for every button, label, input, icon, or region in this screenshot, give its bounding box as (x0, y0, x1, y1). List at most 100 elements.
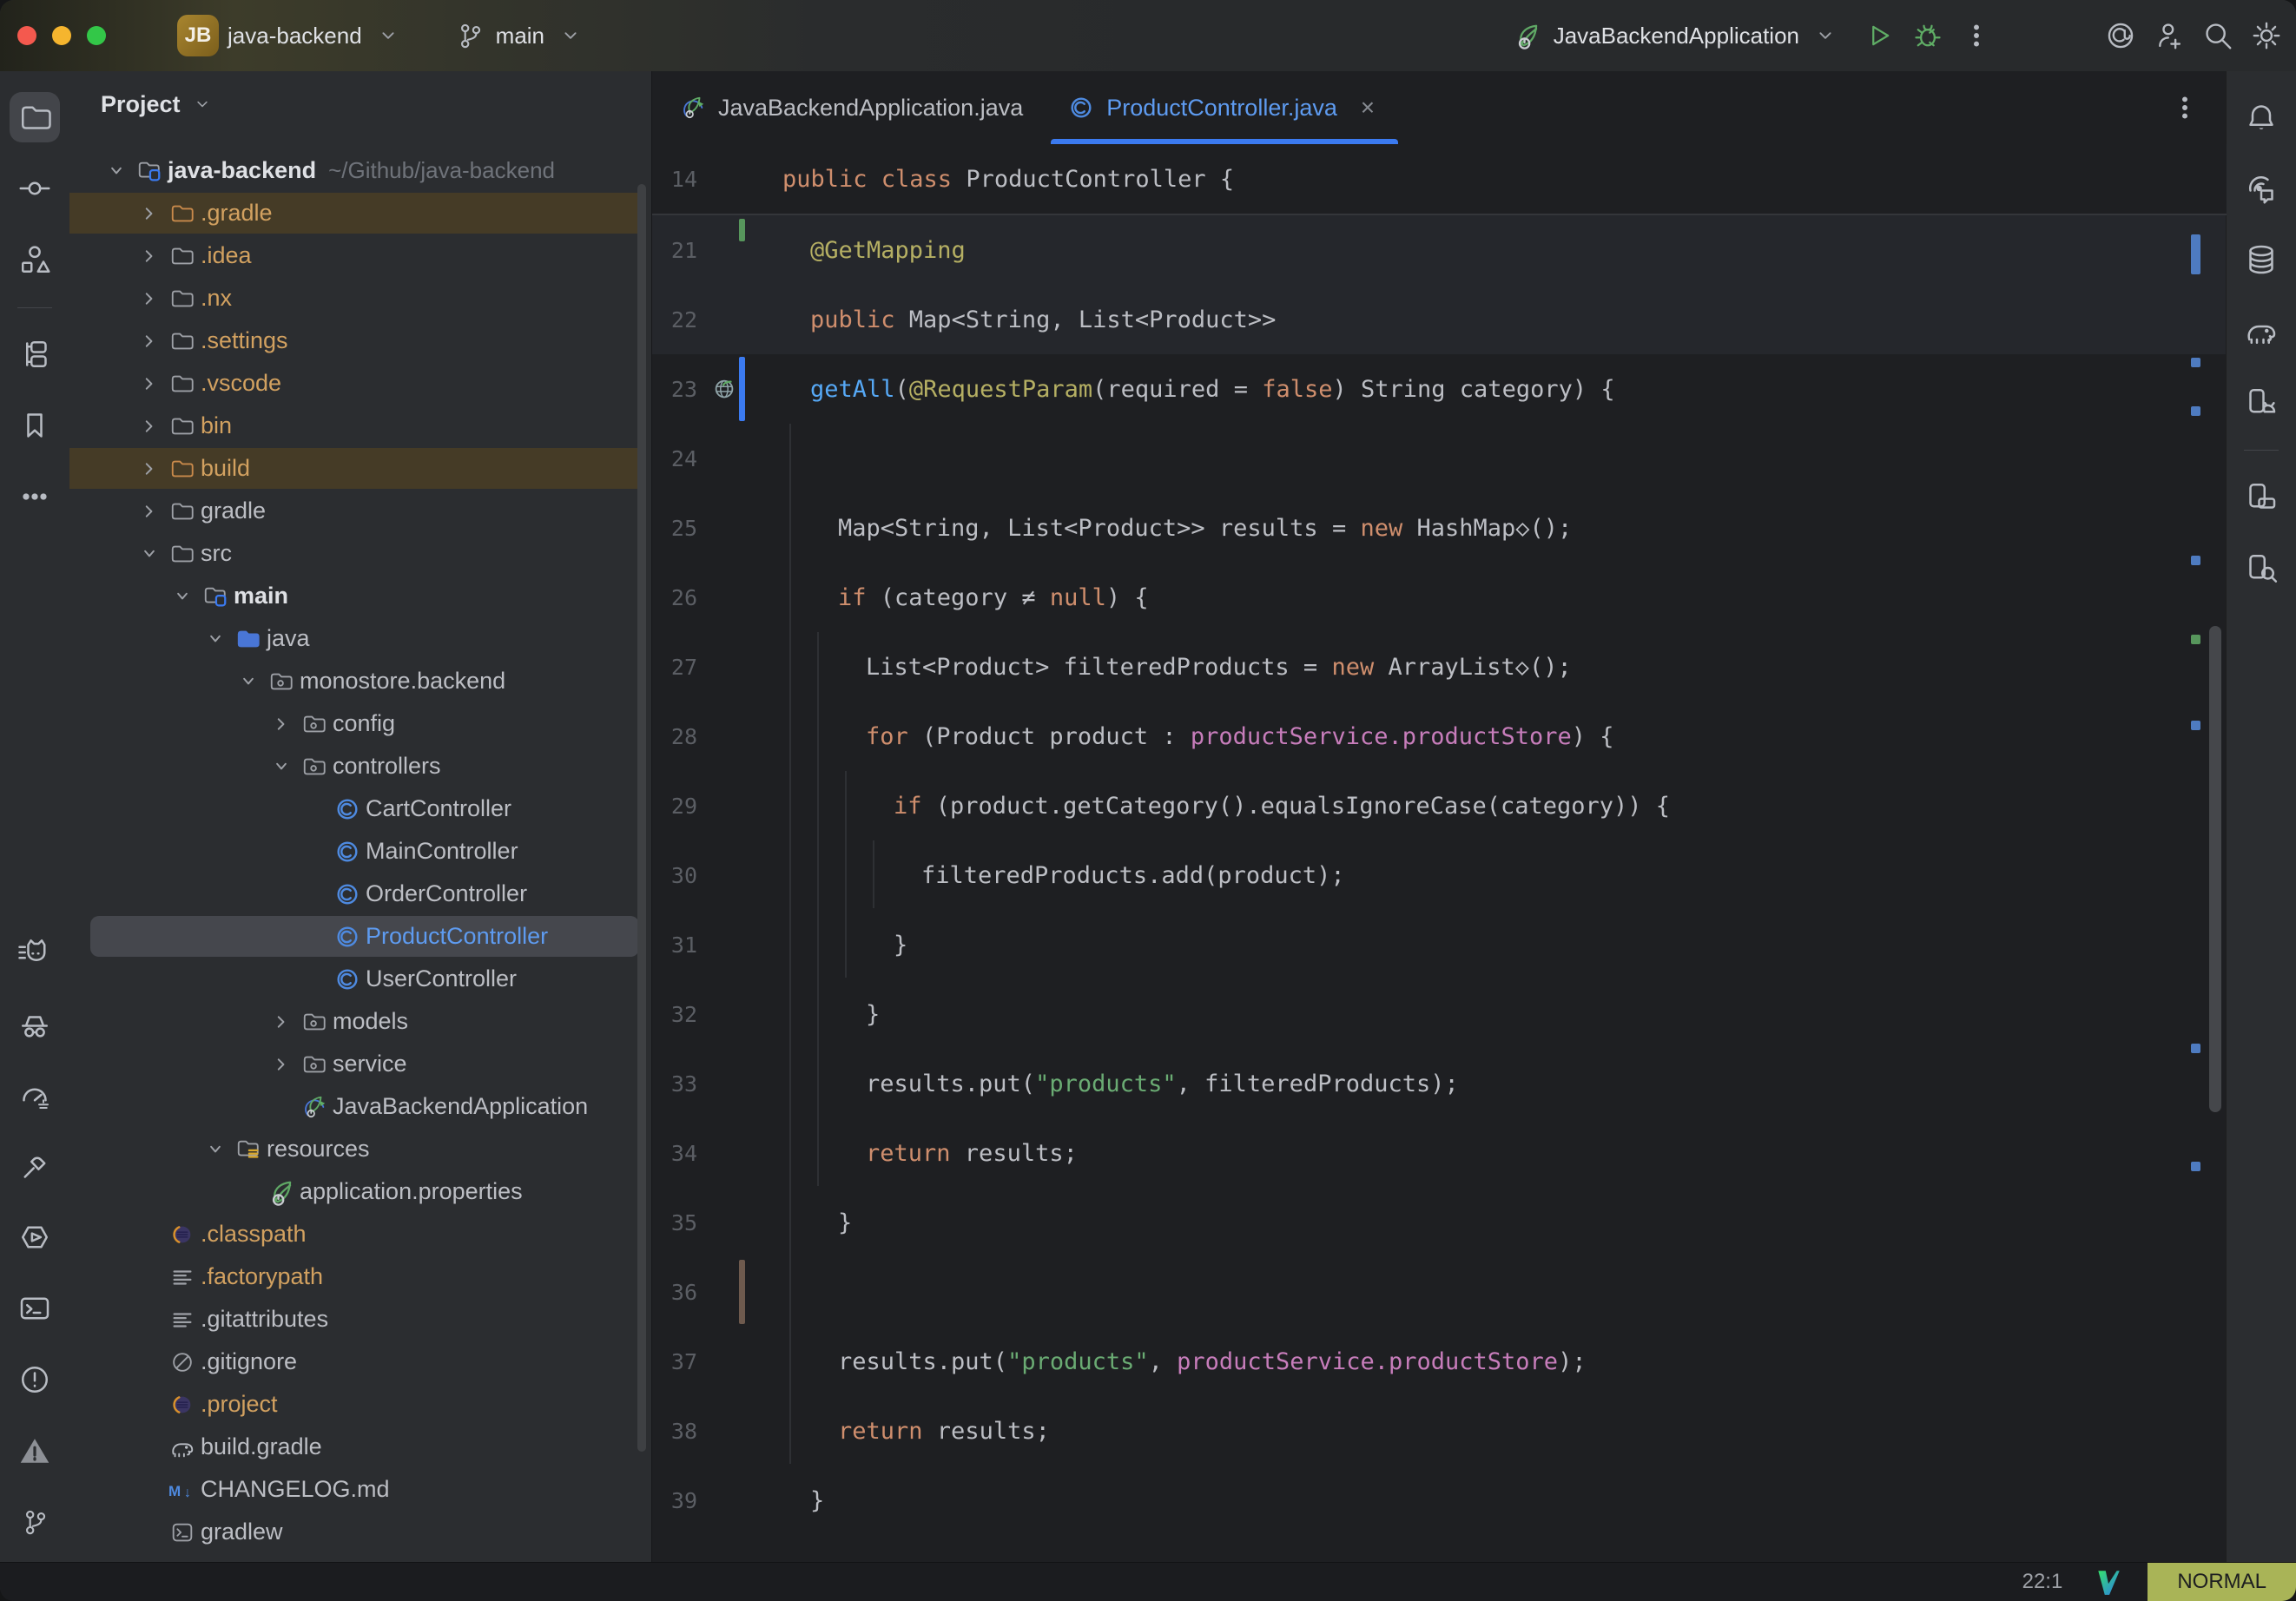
more-tool-windows-tool-button[interactable] (10, 471, 60, 522)
error-stripe-mark[interactable] (2191, 358, 2200, 367)
tree-item--settings[interactable]: .settings (69, 320, 651, 362)
notifications-tool-button[interactable] (2236, 92, 2286, 142)
code-line-26[interactable]: 26if (category ≠ null) { (652, 563, 2227, 632)
tree-item-resources[interactable]: resources (69, 1128, 651, 1170)
chevron-collapsed-icon[interactable] (133, 410, 166, 443)
chevron-expanded-icon[interactable] (133, 537, 166, 570)
branch-widget[interactable]: main (440, 11, 600, 60)
debug-button[interactable] (1903, 11, 1952, 60)
close-tab-icon[interactable]: × (1355, 94, 1381, 122)
tree-item-service[interactable]: service (69, 1043, 651, 1085)
chevron-expanded-icon[interactable] (265, 750, 298, 783)
code-line-33[interactable]: 33results.put("products", filteredProduc… (652, 1049, 2227, 1118)
search-everywhere-button[interactable] (2194, 11, 2242, 60)
project-widget[interactable]: JB java-backend (165, 8, 418, 63)
code-editor[interactable]: 14public class ProductController { 21@Ge… (652, 144, 2227, 1563)
chevron-collapsed-icon[interactable] (265, 1048, 298, 1081)
sticky-header-line[interactable]: 14public class ProductController { (652, 144, 2227, 215)
run-configuration-widget[interactable]: JavaBackendApplication (1498, 11, 1855, 60)
code-line-22[interactable]: 22public Map<String, List<Product>> (652, 285, 2227, 354)
tree-item--gitignore[interactable]: .gitignore (69, 1341, 651, 1383)
code-line-24[interactable]: 24 (652, 424, 2227, 493)
tree-item-usercontroller[interactable]: UserController (69, 958, 651, 1000)
device-explorer-tool-button[interactable] (2236, 543, 2286, 593)
version-control-tool-button[interactable] (10, 1497, 60, 1547)
chevron-expanded-icon[interactable] (199, 1133, 232, 1166)
chevron-collapsed-icon[interactable] (133, 367, 166, 400)
editor-tab-productcontroller-java[interactable]: ProductController.java× (1046, 71, 1403, 144)
tree-item--classpath[interactable]: .classpath (69, 1213, 651, 1255)
chevron-collapsed-icon[interactable] (133, 325, 166, 358)
chevron-expanded-icon[interactable] (199, 623, 232, 656)
tree-item-monostore-backend[interactable]: monostore.backend (69, 660, 651, 702)
error-stripe-mark[interactable] (2191, 635, 2200, 644)
close-window-button[interactable] (17, 26, 36, 45)
run-services-tool-button[interactable] (10, 1212, 60, 1262)
tree-item-src[interactable]: src (69, 532, 651, 575)
vcs-change-marker[interactable] (739, 219, 745, 241)
profiler-tool-button[interactable] (10, 1070, 60, 1120)
vim-mode-badge[interactable]: NORMAL (2148, 1563, 2296, 1601)
tree-item-gradle[interactable]: gradle (69, 490, 651, 532)
tab-options-kebab-icon[interactable] (2167, 90, 2202, 125)
tree-item-build-gradle[interactable]: build.gradle (69, 1426, 651, 1468)
code-with-me-button[interactable] (2145, 11, 2194, 60)
code-line-25[interactable]: 25Map<String, List<Product>> results = n… (652, 493, 2227, 563)
terminal-tool-button[interactable] (10, 1283, 60, 1334)
tree-item-ordercontroller[interactable]: OrderController (69, 873, 651, 915)
error-stripe-mark[interactable] (2191, 721, 2200, 730)
chevron-collapsed-icon[interactable] (133, 282, 166, 315)
tree-item-models[interactable]: models (69, 1000, 651, 1043)
chevron-collapsed-icon[interactable] (133, 452, 166, 485)
settings-button[interactable] (2242, 11, 2291, 60)
tree-item--gradle[interactable]: .gradle (69, 192, 651, 234)
minimize-window-button[interactable] (52, 26, 71, 45)
editor-scrollbar[interactable] (2209, 626, 2221, 1112)
tree-item--nx[interactable]: .nx (69, 277, 651, 320)
chevron-expanded-icon[interactable] (166, 580, 199, 613)
code-line-38[interactable]: 38return results; (652, 1396, 2227, 1466)
database-tool-button[interactable] (2236, 234, 2286, 285)
device-manager-tool-button[interactable] (2236, 377, 2286, 427)
code-line-29[interactable]: 29if (product.getCategory().equalsIgnore… (652, 771, 2227, 840)
tree-item-main[interactable]: main (69, 575, 651, 617)
problems-tool-button[interactable] (10, 1354, 60, 1405)
tree-item-build[interactable]: build (69, 447, 651, 490)
code-line-27[interactable]: 27List<Product> filteredProducts = new A… (652, 632, 2227, 702)
tree-item-bin[interactable]: bin (69, 405, 651, 447)
tree-item--gitattributes[interactable]: .gitattributes (69, 1298, 651, 1341)
services-tool-button[interactable] (10, 329, 60, 379)
tree-item-maincontroller[interactable]: MainController (69, 830, 651, 873)
chevron-collapsed-icon[interactable] (133, 495, 166, 528)
caret-position[interactable]: 22:1 (2022, 1570, 2063, 1594)
vcs-change-marker[interactable] (739, 357, 745, 421)
code-line-32[interactable]: 32} (652, 979, 2227, 1049)
error-stripe-mark[interactable] (2191, 1162, 2200, 1171)
tree-item--factorypath[interactable]: .factorypath (69, 1255, 651, 1298)
commit-tool-button[interactable] (10, 163, 60, 214)
error-stripe-mark[interactable] (2191, 1044, 2200, 1053)
code-line-30[interactable]: 30filteredProducts.add(product); (652, 840, 2227, 910)
tree-item-cartcontroller[interactable]: CartController (69, 787, 651, 830)
code-line-35[interactable]: 35} (652, 1188, 2227, 1257)
ai-assistant-button[interactable] (2096, 11, 2145, 60)
structure-tool-button[interactable] (10, 234, 60, 285)
more-actions-button[interactable] (1952, 11, 2001, 60)
running-devices-tool-button[interactable] (2236, 471, 2286, 522)
zoom-window-button[interactable] (87, 26, 106, 45)
code-line-14[interactable]: 14public class ProductController { (652, 144, 2227, 214)
incognito-plugin-tool-button[interactable] (10, 998, 60, 1049)
error-stripe-mark[interactable] (2191, 406, 2200, 416)
tree-item-productcontroller[interactable]: ProductController (69, 915, 651, 958)
code-line-39[interactable]: 39} (652, 1466, 2227, 1535)
ai-assistant-tool-button[interactable] (2236, 163, 2286, 214)
chevron-collapsed-icon[interactable] (265, 1005, 298, 1038)
chevron-expanded-icon[interactable] (232, 665, 265, 698)
tree-item-java[interactable]: java (69, 617, 651, 660)
tree-item-javabackendapplication[interactable]: JavaBackendApplication (69, 1085, 651, 1128)
error-stripe-mark[interactable] (2191, 556, 2200, 565)
run-button[interactable] (1855, 11, 1903, 60)
bookmarks-tool-button[interactable] (10, 400, 60, 451)
code-line-28[interactable]: 28for (Product product : productService.… (652, 702, 2227, 771)
tree-item--idea[interactable]: .idea (69, 234, 651, 277)
